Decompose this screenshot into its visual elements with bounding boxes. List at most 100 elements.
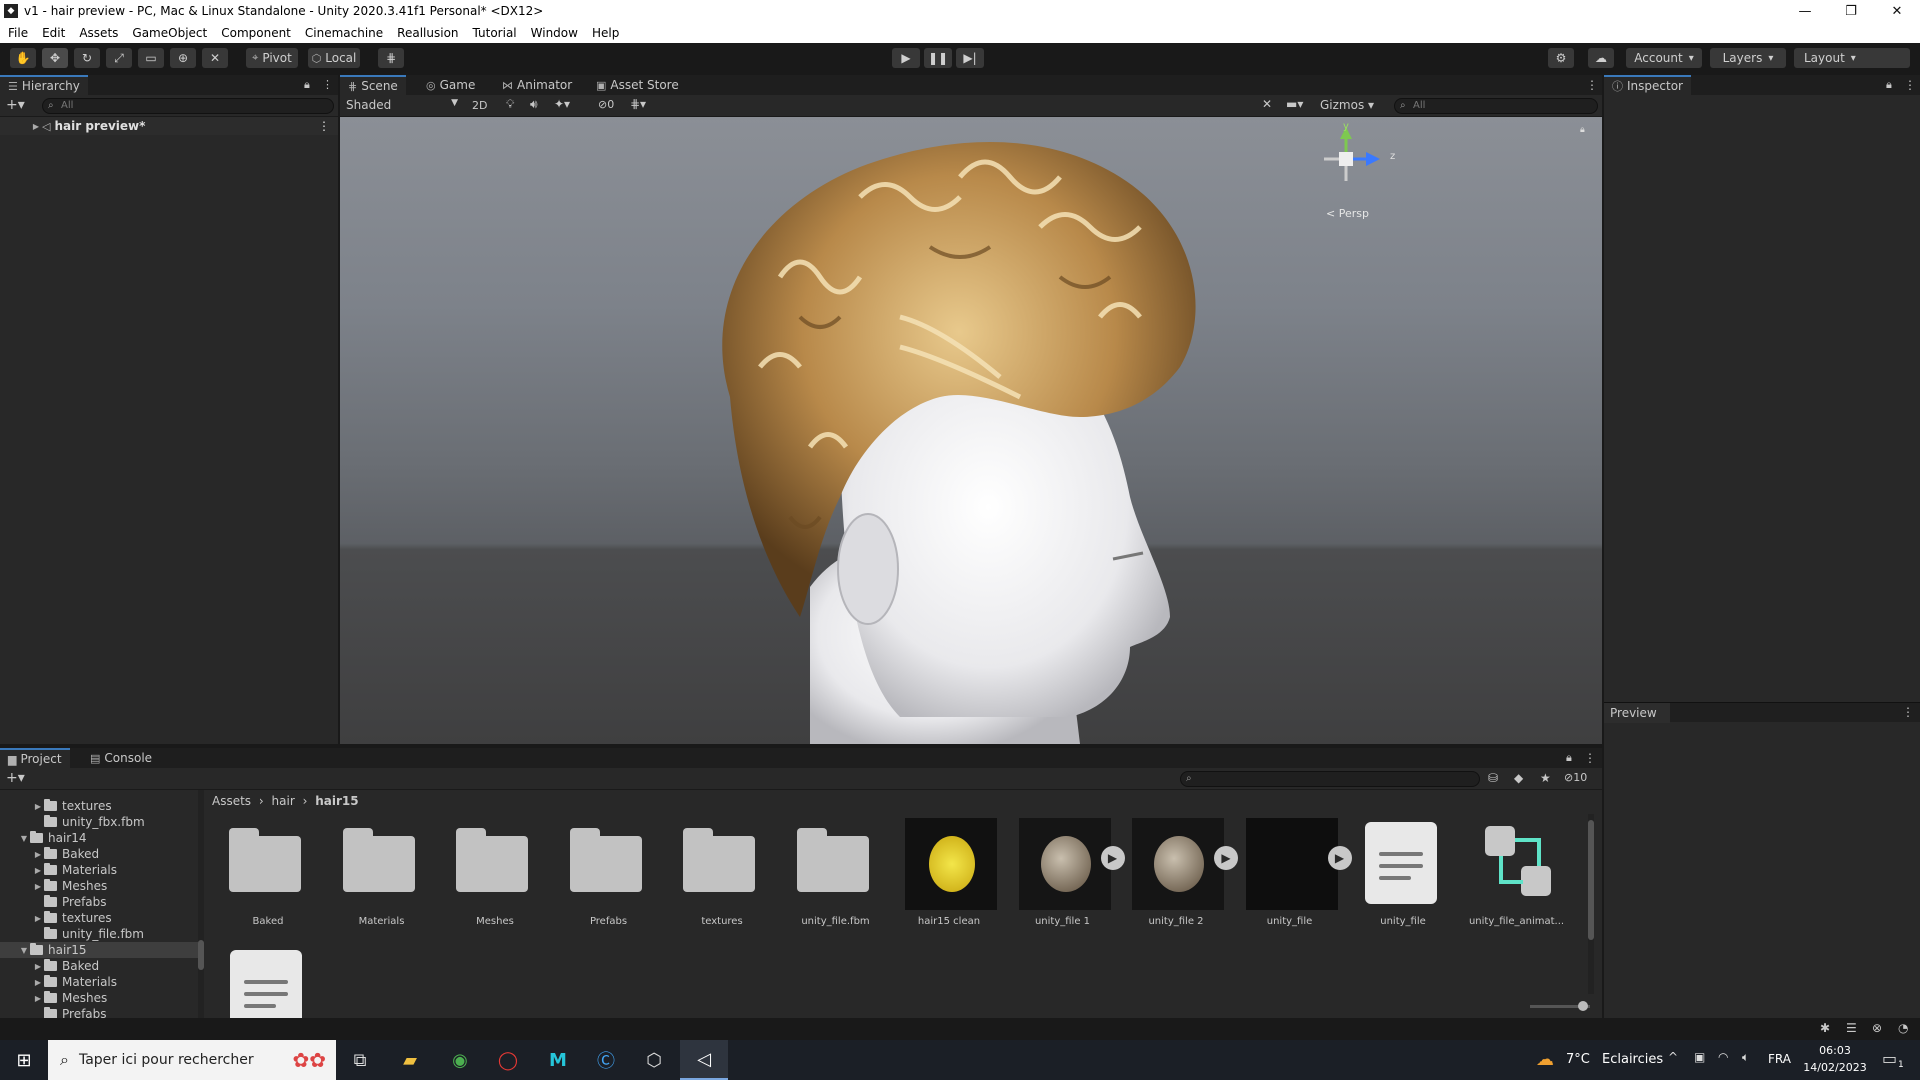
preview-tab[interactable]: Preview (1604, 703, 1670, 723)
files-scroll-thumb[interactable] (1588, 820, 1594, 940)
toggle-2d-button[interactable]: 2D (472, 99, 487, 112)
pivot-toggle[interactable]: ⌖ Pivot (246, 48, 298, 68)
tab-asset-store[interactable]: ▣ Asset Store (588, 75, 687, 95)
tree-arrow-icon[interactable]: ▶ (32, 962, 44, 971)
language-indicator[interactable]: FRA (1768, 1052, 1791, 1066)
tree-item[interactable]: ▶ Baked (0, 958, 198, 974)
rect-tool-icon[interactable]: ▭ (138, 48, 164, 68)
clock-date[interactable]: 14/02/2023 (1800, 1061, 1870, 1074)
menu-assets[interactable]: Assets (79, 26, 118, 40)
asset-item[interactable]: Baked (218, 814, 318, 927)
windows-start-icon[interactable]: ⊞ (0, 1040, 48, 1080)
tree-item[interactable]: unity_file.fbm (0, 926, 198, 942)
menu-edit[interactable]: Edit (42, 26, 65, 40)
scene-search-input[interactable]: All (1394, 98, 1598, 114)
progress-status-icon[interactable]: ◔ (1898, 1021, 1908, 1035)
layers-dropdown[interactable]: Layers (1710, 48, 1786, 68)
taskbar-search[interactable]: ⌕ Taper ici pour rechercher ✿✿ (48, 1040, 336, 1080)
asset-item[interactable]: unity_file_animat... (1467, 814, 1567, 927)
asset-item[interactable]: ▶ unity_file (1240, 814, 1352, 927)
menu-cinemachine[interactable]: Cinemachine (305, 26, 383, 40)
files-scrollbar[interactable] (1588, 814, 1594, 994)
tree-arrow-icon[interactable]: ▶ (32, 914, 44, 923)
wifi-icon[interactable]: ◠ (1718, 1050, 1728, 1064)
tray-device-icon[interactable]: ▣ (1694, 1050, 1705, 1064)
tree-item[interactable]: ▶ textures (0, 798, 198, 814)
tree-item[interactable]: ▶ Meshes (0, 878, 198, 894)
menu-window[interactable]: Window (531, 26, 578, 40)
move-tool-icon[interactable]: ✥ (42, 48, 68, 68)
menu-help[interactable]: Help (592, 26, 619, 40)
menu-gameobject[interactable]: GameObject (132, 26, 207, 40)
project-lock-icon[interactable]: 🔒︎ (1566, 751, 1572, 765)
persp-label[interactable]: < Persp (1326, 207, 1369, 220)
chrome-icon[interactable]: ◉ (436, 1040, 484, 1080)
tools-icon[interactable]: ✕ (1262, 97, 1272, 111)
tree-arrow-icon[interactable]: ▶ (32, 850, 44, 859)
breadcrumb-hair15[interactable]: hair15 (315, 794, 358, 808)
transform-tool-icon[interactable]: ⊕ (170, 48, 196, 68)
asset-item[interactable]: unity_file (1353, 814, 1453, 927)
asset-item[interactable]: Materials (332, 814, 432, 927)
shading-mode-dropdown[interactable]: Shaded ▼ (346, 98, 458, 112)
play-icon[interactable]: ▶ (1214, 846, 1238, 870)
weather-text[interactable]: Eclaircies (1602, 1052, 1663, 1067)
effects-icon[interactable]: ✦▾ (554, 97, 570, 111)
inspector-lock-icon[interactable]: 🔒︎ (1886, 78, 1892, 92)
local-toggle[interactable]: ⬡ Local (308, 48, 360, 68)
asset-item[interactable]: hair15 clean (899, 814, 999, 927)
notifications-icon[interactable]: ▭ (1882, 1049, 1897, 1068)
lighting-icon[interactable]: 💡︎ (506, 97, 514, 112)
hierarchy-search-input[interactable]: All (42, 98, 334, 114)
scene-viewport[interactable]: y z 🔒︎ < Persp (340, 117, 1602, 744)
tree-item[interactable]: ▼ hair14 (0, 830, 198, 846)
tree-arrow-icon[interactable]: ▶ (32, 802, 44, 811)
play-button[interactable]: ▶ (892, 48, 920, 68)
hierarchy-scene-row[interactable]: ▶ ◁ hair preview* ⋮ (0, 117, 338, 135)
tree-arrow-icon[interactable]: ▶ (32, 994, 44, 1003)
gizmo-lock-icon[interactable]: 🔒︎ (1580, 125, 1585, 135)
scene-options-icon[interactable]: ⋮ (318, 119, 330, 133)
asset-item[interactable]: ▶ unity_file 2 (1126, 814, 1238, 927)
tree-item[interactable]: Prefabs (0, 894, 198, 910)
project-create-icon[interactable]: +▾ (6, 770, 25, 786)
weather-icon[interactable]: ☁ (1536, 1049, 1554, 1070)
hand-tool-icon[interactable]: ✋ (10, 48, 36, 68)
tree-item[interactable]: ▶ Materials (0, 974, 198, 990)
favorite-star-icon[interactable]: ★ (1540, 771, 1551, 785)
tab-scene[interactable]: ⋕ Scene (340, 75, 406, 95)
tab-game[interactable]: ◎ Game (418, 75, 483, 95)
asset-item[interactable]: ▶ unity_file 1 (1013, 814, 1125, 927)
account-dropdown[interactable]: Account (1626, 48, 1702, 68)
breadcrumb-assets[interactable]: Assets (212, 794, 251, 808)
breadcrumb-hair[interactable]: hair (272, 794, 295, 808)
preview-kebab-icon[interactable]: ⋮ (1902, 705, 1914, 719)
clock-time[interactable]: 06:03 (1808, 1044, 1862, 1057)
gizmos-dropdown[interactable]: Gizmos ▾ (1320, 98, 1374, 112)
tree-item[interactable]: ▶ Baked (0, 846, 198, 862)
orientation-gizmo[interactable] (1324, 127, 1380, 181)
close-icon[interactable]: ✕ (1874, 0, 1920, 22)
tab-hierarchy[interactable]: ☰ Hierarchy (0, 75, 88, 95)
project-search-input[interactable] (1180, 771, 1480, 787)
scale-tool-icon[interactable]: ⤢ (106, 48, 132, 68)
scene-kebab-icon[interactable]: ⋮ (1586, 78, 1598, 92)
unity-hub-icon[interactable]: ⬡ (630, 1040, 678, 1080)
tree-item[interactable]: unity_fbx.fbm (0, 814, 198, 830)
menu-reallusion[interactable]: Reallusion (397, 26, 458, 40)
custom-tool-icon[interactable]: ✕ (202, 48, 228, 68)
tab-console[interactable]: ▤ Console (82, 748, 160, 768)
tree-item[interactable]: ▶ Materials (0, 862, 198, 878)
expand-arrow-icon[interactable]: ▶ (30, 122, 42, 131)
menu-tutorial[interactable]: Tutorial (473, 26, 517, 40)
tab-animator[interactable]: ⋈ Animator (494, 75, 580, 95)
menu-file[interactable]: File (8, 26, 28, 40)
tree-item[interactable]: Prefabs (0, 1006, 198, 1018)
layers-status-icon[interactable]: ☰ (1846, 1021, 1857, 1035)
kebab-menu-icon[interactable]: ⋮ (322, 78, 333, 91)
volume-icon[interactable]: 🔈︎ (1742, 1050, 1749, 1065)
opera-icon[interactable]: ◯ (484, 1040, 532, 1080)
grid-toggle-icon[interactable]: ⋕▾ (630, 97, 646, 111)
rotate-tool-icon[interactable]: ↻ (74, 48, 100, 68)
tree-arrow-icon[interactable]: ▶ (32, 882, 44, 891)
